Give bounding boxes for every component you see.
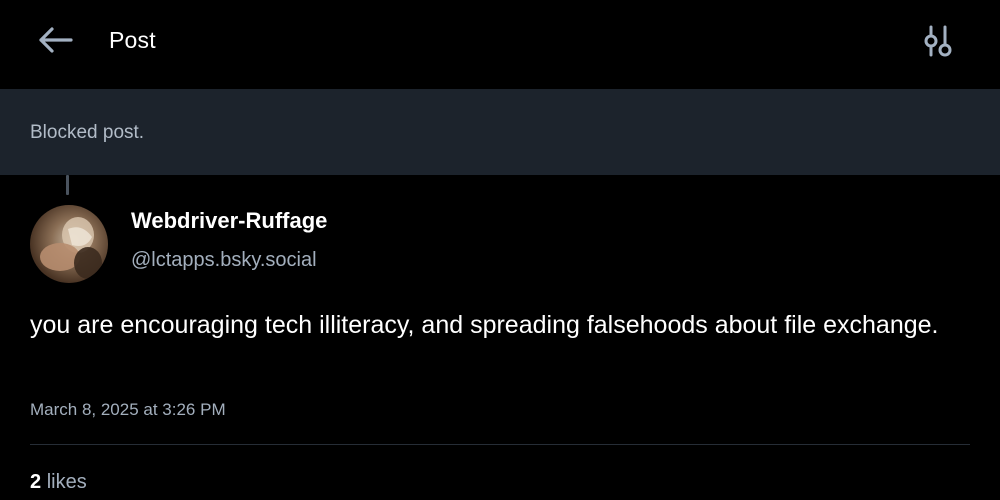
thread-settings-button[interactable] xyxy=(918,22,958,60)
post-page: Post Blocked post. Webdriver-Ruffage @lc… xyxy=(0,0,1000,500)
sliders-icon xyxy=(924,25,952,57)
likes-link[interactable]: 2 likes xyxy=(30,469,87,495)
avatar-photo xyxy=(40,217,102,279)
divider xyxy=(30,444,970,445)
author-handle[interactable]: @lctapps.bsky.social xyxy=(131,247,317,273)
blocked-post-banner xyxy=(0,89,1000,175)
top-bar: Post xyxy=(0,0,1000,88)
likes-label: likes xyxy=(46,471,87,493)
arrow-left-icon xyxy=(39,27,73,53)
post-timestamp: March 8, 2025 at 3:26 PM xyxy=(30,400,226,419)
page-title: Post xyxy=(109,27,156,53)
author-display-name[interactable]: Webdriver-Ruffage xyxy=(131,207,327,235)
blocked-post-label: Blocked post. xyxy=(30,122,145,143)
likes-count: 2 xyxy=(30,471,42,493)
post-body-text: you are encouraging tech illiteracy, and… xyxy=(30,311,939,339)
avatar[interactable] xyxy=(30,205,108,283)
back-button[interactable] xyxy=(34,22,76,58)
thread-connector-line xyxy=(66,175,69,195)
